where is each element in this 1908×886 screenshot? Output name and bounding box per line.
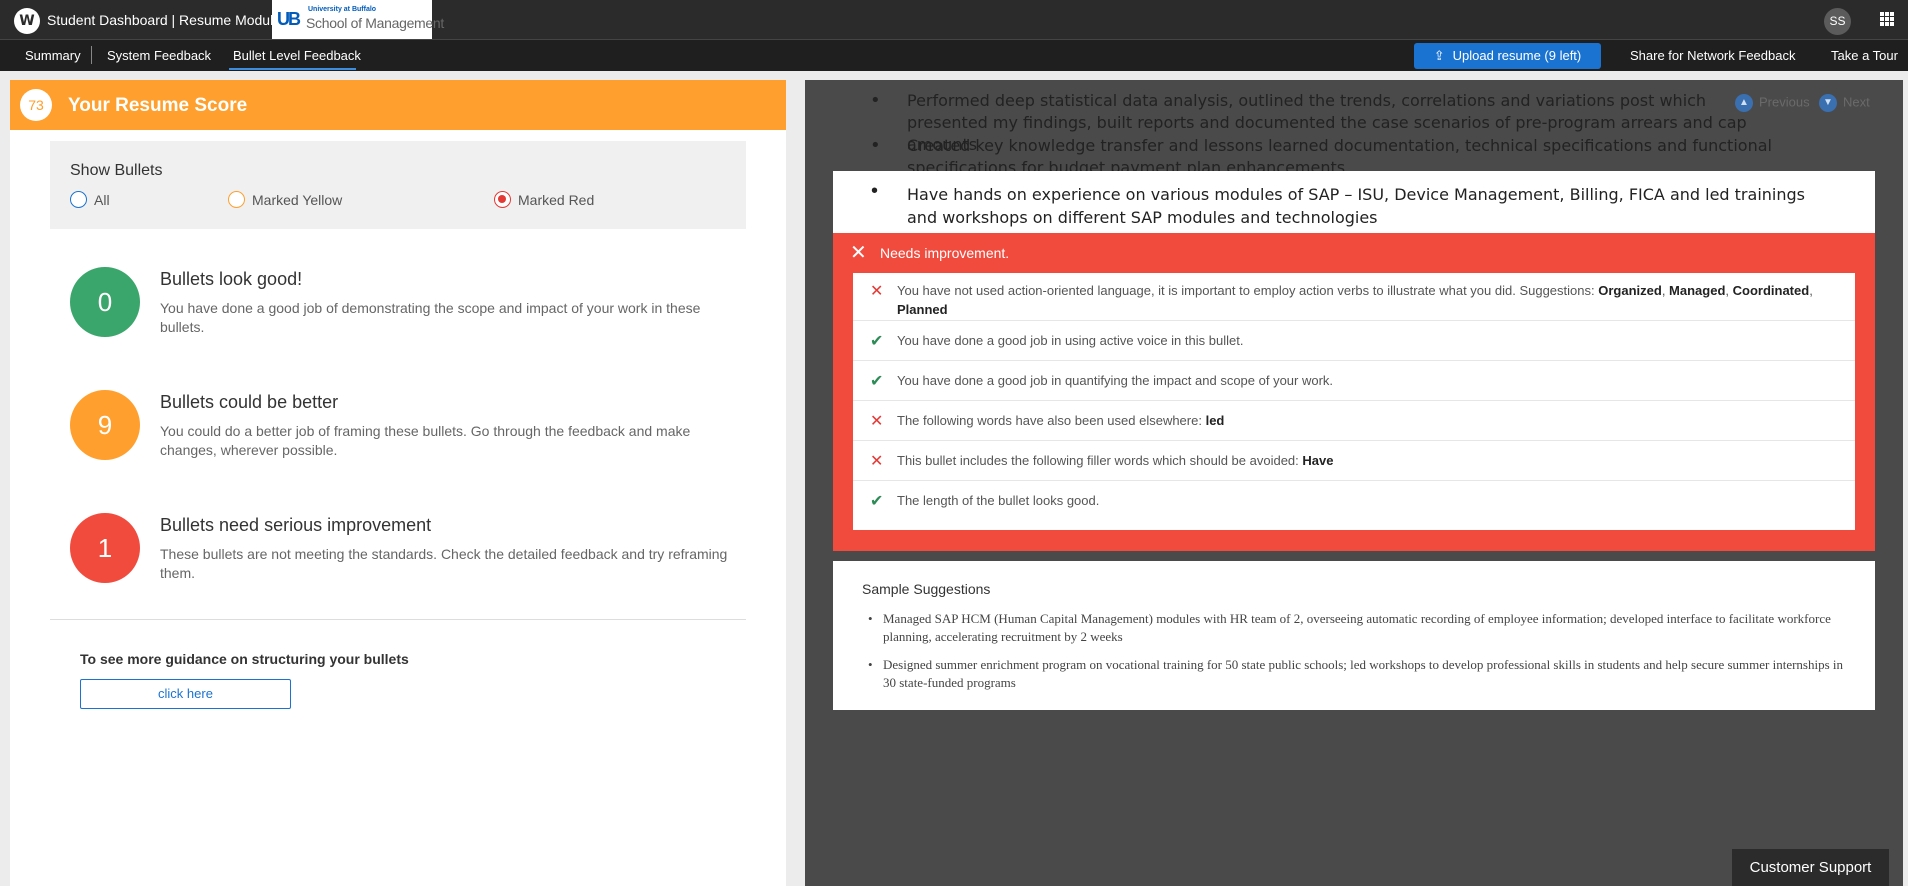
feedback-keyword: Organized xyxy=(1598,283,1662,298)
feedback-text: The length of the bullet looks good. xyxy=(897,493,1100,508)
feedback-keyword: Coordinated xyxy=(1732,283,1810,298)
feedback-row: ✔ You have done a good job in quantifying… xyxy=(853,361,1855,401)
radio-circle-yellow[interactable] xyxy=(228,191,245,208)
share-network-feedback-link[interactable]: Share for Network Feedback xyxy=(1630,48,1795,63)
category-good-title: Bullets look good! xyxy=(160,269,303,289)
sample-suggestions: Sample Suggestions Managed SAP HCM (Huma… xyxy=(833,561,1875,710)
next-button[interactable]: ▼ Next xyxy=(1819,94,1870,112)
feedback-text: You have done a good job in using active… xyxy=(897,333,1244,348)
show-bullets-title: Show Bullets xyxy=(70,162,163,179)
previous-label: Previous xyxy=(1759,94,1810,110)
feedback-keyword: led xyxy=(1205,413,1225,428)
category-better-count: 9 xyxy=(70,390,140,460)
bullet-dot: • xyxy=(871,180,879,202)
feedback-list: ✕ You have not used action-oriented langu… xyxy=(853,273,1855,530)
needs-improvement-panel: ✕ Needs improvement. ✕ You have not used … xyxy=(833,233,1875,551)
score-header: 73 Your Resume Score xyxy=(10,80,786,130)
feedback-keyword: Planned xyxy=(897,302,948,317)
upload-resume-button[interactable]: ⇪ Upload resume (9 left) xyxy=(1414,43,1601,69)
check-icon: ✔ xyxy=(870,333,884,350)
nav-separator xyxy=(91,46,92,64)
partner-logo-line1: University at Buffalo xyxy=(308,6,377,13)
next-label: Next xyxy=(1843,94,1870,110)
score-title: Your Resume Score xyxy=(68,95,248,116)
apps-grid-icon[interactable] xyxy=(1880,12,1894,26)
category-good-desc: You have done a good job of demonstratin… xyxy=(160,300,701,335)
tab-summary[interactable]: Summary xyxy=(25,48,81,63)
ub-mark-icon: UB xyxy=(277,9,301,29)
cross-icon: ✕ xyxy=(870,413,884,430)
feedback-text: You have not used action-oriented langua… xyxy=(897,283,1813,317)
radio-selected-dot xyxy=(498,195,506,203)
category-better: 9 Bullets could be better You could do a… xyxy=(70,390,750,462)
sample-suggestion-item: Designed summer enrichment program on vo… xyxy=(868,656,1843,692)
app-logo[interactable]: W xyxy=(14,8,40,34)
upload-resume-label: Upload resume (9 left) xyxy=(1452,48,1582,63)
radio-label-all: All xyxy=(94,192,110,208)
previous-button[interactable]: ▲ Previous xyxy=(1735,94,1810,112)
nav-bar: Summary System Feedback Bullet Level Fee… xyxy=(0,40,1908,71)
chevron-up-icon: ▲ xyxy=(1735,94,1753,112)
top-bar: W Student Dashboard | Resume Module UB U… xyxy=(0,0,1908,39)
feedback-row: ✔ The length of the bullet looks good. xyxy=(853,481,1855,530)
feedback-text: This bullet includes the following fille… xyxy=(897,453,1334,468)
guidance-text: To see more guidance on structuring your… xyxy=(80,651,409,667)
close-icon: ✕ xyxy=(850,242,867,264)
feedback-row: ✔ You have done a good job in using activ… xyxy=(853,321,1855,361)
cross-icon: ✕ xyxy=(870,453,884,470)
feedback-row: ✕ You have not used action-oriented langu… xyxy=(853,273,1855,321)
score-value: 73 xyxy=(20,89,52,121)
show-bullets-filter: Show Bullets All Marked Yellow Marked Re… xyxy=(50,141,746,229)
section-divider xyxy=(50,619,746,620)
category-good-count: 0 xyxy=(70,267,140,337)
upload-icon: ⇪ xyxy=(1433,48,1445,63)
category-serious: 1 Bullets need serious improvement These… xyxy=(70,513,750,585)
partner-logo: UB University at Buffalo School of Manag… xyxy=(272,0,444,39)
active-tab-indicator xyxy=(229,68,356,70)
category-good: 0 Bullets look good! You have done a goo… xyxy=(70,267,750,339)
sample-suggestions-title: Sample Suggestions xyxy=(862,581,991,597)
feedback-row: ✕ The following words have also been used… xyxy=(853,401,1855,441)
category-serious-title: Bullets need serious improvement xyxy=(160,515,432,535)
focused-bullet-text: Have hands on experience on various modu… xyxy=(907,185,1805,227)
tab-system-feedback[interactable]: System Feedback xyxy=(107,48,211,63)
focused-bullet: • Have hands on experience on various mo… xyxy=(833,171,1875,233)
sample-suggestion-item: Managed SAP HCM (Human Capital Managemen… xyxy=(868,610,1843,646)
category-better-title: Bullets could be better xyxy=(160,392,339,412)
needs-improvement-title: Needs improvement. xyxy=(880,245,1010,261)
feedback-keyword: Managed xyxy=(1669,283,1726,298)
check-icon: ✔ xyxy=(870,373,884,390)
chevron-down-icon: ▼ xyxy=(1819,94,1837,112)
feedback-keyword: Have xyxy=(1302,453,1334,468)
check-icon: ✔ xyxy=(870,493,884,510)
score-panel: 73 Your Resume Score Show Bullets All Ma… xyxy=(10,80,786,886)
take-a-tour-link[interactable]: Take a Tour xyxy=(1831,48,1898,63)
bullet-feedback-panel[interactable]: Performed deep statistical data analysis… xyxy=(805,80,1903,886)
click-here-button[interactable]: click here xyxy=(80,679,291,709)
cross-icon: ✕ xyxy=(870,283,884,300)
category-serious-count: 1 xyxy=(70,513,140,583)
category-serious-desc: These bullets are not meeting the standa… xyxy=(160,546,728,581)
feedback-row: ✕ This bullet includes the following fill… xyxy=(853,441,1855,481)
radio-circle-all[interactable] xyxy=(70,191,87,208)
app-title[interactable]: Student Dashboard | Resume Module xyxy=(47,12,281,28)
feedback-text: The following words have also been used … xyxy=(897,413,1225,428)
tab-bullet-level-feedback[interactable]: Bullet Level Feedback xyxy=(233,48,361,63)
category-better-desc: You could do a better job of framing the… xyxy=(160,423,691,458)
partner-logo-line2: School of Management xyxy=(306,15,444,31)
user-avatar[interactable]: SS xyxy=(1824,8,1851,35)
feedback-text: You have done a good job in quantifying … xyxy=(897,373,1334,388)
radio-label-yellow: Marked Yellow xyxy=(252,192,343,208)
radio-label-red: Marked Red xyxy=(518,192,595,208)
radio-circle-red[interactable] xyxy=(494,191,511,208)
customer-support-button[interactable]: Customer Support xyxy=(1732,849,1889,886)
